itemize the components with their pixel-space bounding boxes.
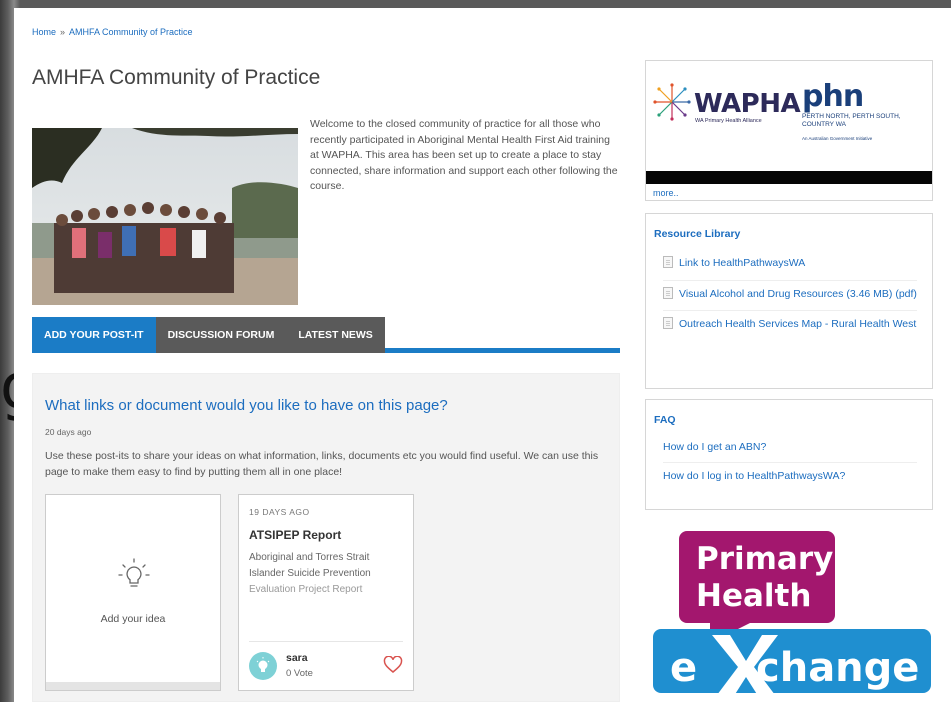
logo-panel-bar [646,171,932,184]
heart-icon[interactable] [383,656,403,674]
primary-health-exchange-banner[interactable]: Primary Health e change [650,531,934,699]
breadcrumb-home-link[interactable]: Home [32,27,56,37]
post-footer: sara 0 Vote [249,641,403,680]
faq-panel: FAQ How do I get an ABN? How do I log in… [645,399,933,510]
document-icon [663,286,673,299]
add-idea-label: Add your idea [100,613,166,625]
resource-link-label: Link to HealthPathwaysWA [679,257,806,269]
resource-library-panel: Resource Library Link to HealthPathwaysW… [645,213,933,389]
faq-link[interactable]: How do I log in to HealthPathwaysWA? [663,463,917,491]
lightbulb-icon [118,558,150,587]
wapha-logo-text: WAPHA [694,89,801,119]
post-author: sara [286,652,308,664]
banner-word-primary: Primary [696,541,833,577]
more-link[interactable]: more.. [653,188,679,198]
faq-link[interactable]: How do I get an ABN? [663,434,917,463]
page-title: AMHFA Community of Practice [32,66,321,89]
post-body-line: Evaluation Project Report [249,584,363,595]
avatar [249,652,277,680]
resource-library-heading: Resource Library [654,228,741,240]
post-title[interactable]: ATSIPEP Report [249,528,341,542]
document-icon [663,317,673,329]
resource-list: Link to HealthPathwaysWA Visual Alcohol … [663,250,917,341]
document-icon [663,256,673,268]
phn-logo-subtitle: PERTH NORTH, PERTH SOUTH, COUNTRY WA [802,113,901,128]
partner-logos-panel: WAPHA WA Primary Health Alliance phn PER… [645,60,933,201]
tab-discussion-forum[interactable]: DISCUSSION FORUM [155,317,287,353]
breadcrumb-separator: » [60,27,66,37]
post-body-line: Aboriginal and Torres Strait [249,552,370,563]
card-bottom-strip [46,682,220,690]
post-body-line: Islander Suicide Prevention [249,568,371,579]
lightbulb-icon [256,657,270,672]
banner-letter-e: e [670,645,697,691]
page-container: Home» AMHFA Community of Practice AMHFA C… [14,8,951,702]
tab-add-your-post-it[interactable]: ADD YOUR POST-IT [32,317,156,353]
breadcrumb: Home » AMHFA Community of Practice [32,27,193,37]
post-it-board: What links or document would you like to… [32,373,620,702]
breadcrumb-current-link[interactable]: AMHFA Community of Practice [69,27,193,37]
resource-link[interactable]: Link to HealthPathwaysWA [663,250,917,281]
question-description: Use these post-its to share your ideas o… [45,450,599,478]
faq-heading: FAQ [654,414,676,426]
question-age: 20 days ago [45,427,92,437]
intro-text: Welcome to the closed community of pract… [310,118,618,192]
tab-bar: ADD YOUR POST-IT DISCUSSION FORUM LATEST… [32,317,620,353]
post-it-card[interactable]: 19 DAYS AGO ATSIPEP Report Aboriginal an… [238,494,414,691]
resource-link-label: Outreach Health Services Map - Rural Hea… [679,318,917,330]
post-date: 19 DAYS AGO [249,507,310,517]
wapha-logo-subtitle: WA Primary Health Alliance [695,118,762,124]
wapha-logo-icon [653,83,691,121]
resource-link[interactable]: Visual Alcohol and Drug Resources (3.46 … [663,281,917,311]
banner-word-change: change [756,645,919,691]
resource-link[interactable]: Outreach Health Services Map - Rural Hea… [663,311,917,341]
faq-list: How do I get an ABN? How do I log in to … [663,434,917,491]
post-body: Aboriginal and Torres Strait Islander Su… [249,550,399,598]
banner-word-health: Health [696,578,811,614]
question-title[interactable]: What links or document would you like to… [45,397,448,414]
group-photo [32,128,298,305]
tab-latest-news[interactable]: LATEST NEWS [286,317,385,353]
vote-count: 0 Vote [286,668,313,679]
phn-logo-tagline: An Australian Government Initiative [802,136,873,141]
resource-link-label: Visual Alcohol and Drug Resources (3.46 … [679,287,917,300]
add-idea-card[interactable]: Add your idea [45,494,221,691]
phn-logo-text: phn [802,79,864,114]
